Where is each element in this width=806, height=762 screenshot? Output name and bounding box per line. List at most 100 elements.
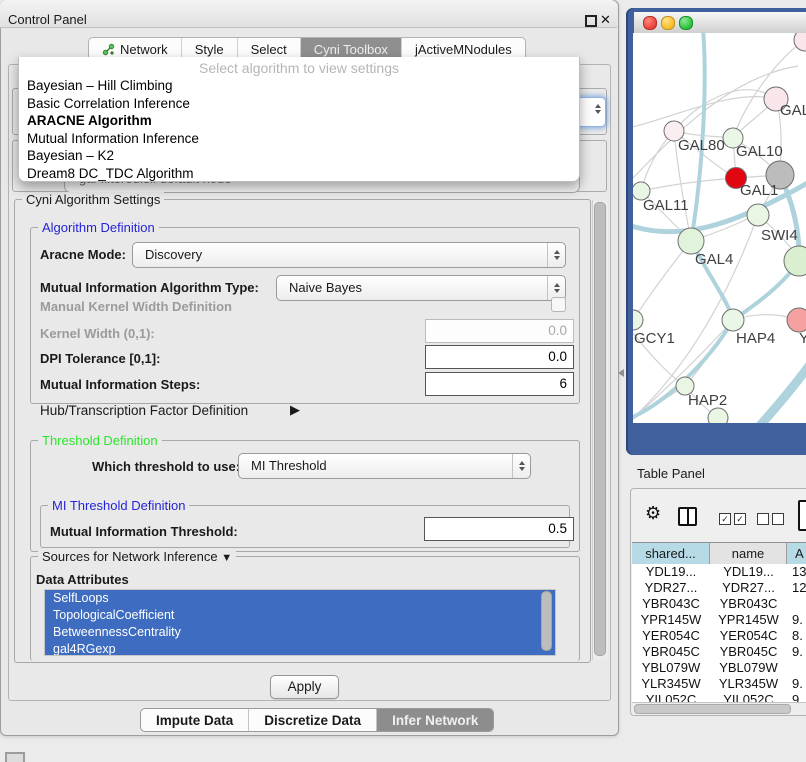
table-row[interactable]: YBL079W YBL079W xyxy=(632,660,806,676)
attributes-scrollbar-thumb[interactable] xyxy=(541,591,552,651)
cell: YBR045C xyxy=(710,644,787,660)
network-graph: GAL GAL80 GAL10 GAL1 GAL11 GAL4 SWI4 GCY… xyxy=(633,33,806,423)
cell: YIL052C xyxy=(710,692,787,702)
column-header-partial[interactable]: A xyxy=(787,543,806,564)
hub-expand-icon[interactable]: ▶ xyxy=(290,402,300,418)
which-threshold-combo[interactable]: MI Threshold xyxy=(238,453,531,479)
network-window-titlebar[interactable] xyxy=(634,12,806,34)
node-label: SWI4 xyxy=(761,227,798,244)
cell: YBL079W xyxy=(632,660,710,676)
dropdown-placeholder: Select algorithm to view settings xyxy=(19,57,579,76)
table-row[interactable]: YIL052C YIL052C 9 xyxy=(632,692,806,702)
kernel-width-field[interactable]: 0.0 xyxy=(425,319,574,343)
mi-algorithm-type-label: Mutual Information Algorithm Type: xyxy=(40,280,259,295)
table-body[interactable]: YDL19... YDL19... 13 YDR27... YDR27... 1… xyxy=(632,564,806,702)
cell: YER054C xyxy=(710,628,787,644)
aracne-mode-value: Discovery xyxy=(145,243,202,267)
dropdown-item[interactable]: Mutual Information Inference xyxy=(27,130,579,148)
sources-collapse-icon[interactable]: ▼ xyxy=(221,552,232,564)
cell xyxy=(787,596,806,612)
dropdown-item[interactable]: Bayesian – K2 xyxy=(27,147,579,165)
table-row[interactable]: YER054C YER054C 8. xyxy=(632,628,806,644)
checked-checkbox-icon[interactable]: ✓ xyxy=(719,513,731,525)
sources-title-wrap: Sources for Network Inference ▼ xyxy=(38,549,236,564)
close-traffic-light[interactable] xyxy=(643,16,657,30)
attribute-item[interactable]: gal4RGexp xyxy=(45,641,555,656)
node-swi4[interactable] xyxy=(747,204,769,226)
mi-algorithm-type-value: Naive Bayes xyxy=(289,276,362,300)
cell: YDR27... xyxy=(710,580,787,596)
table-row[interactable]: YDR27... YDR27... 12 xyxy=(632,580,806,596)
attribute-item[interactable]: TopologicalCoefficient xyxy=(45,607,555,624)
tab-discretize-data[interactable]: Discretize Data xyxy=(248,709,376,731)
node-hap4[interactable] xyxy=(722,309,744,331)
control-panel-titlebar[interactable] xyxy=(0,0,617,28)
combo-stepper-icon xyxy=(512,454,530,478)
collapsed-window-icon[interactable] xyxy=(5,752,25,762)
node-right-partial[interactable] xyxy=(784,246,806,276)
cell: YBR043C xyxy=(632,596,710,612)
split-divider-arrow[interactable] xyxy=(618,369,624,377)
columns-icon[interactable] xyxy=(678,507,697,526)
dropdown-item[interactable]: Bayesian – Hill Climbing xyxy=(27,77,579,95)
node-salmon[interactable] xyxy=(787,308,806,332)
mi-steps-label: Mutual Information Steps: xyxy=(40,377,200,392)
table-row[interactable]: YLR345W YLR345W 9. xyxy=(632,676,806,692)
column-header-shared-name[interactable]: shared... xyxy=(632,543,710,564)
close-icon[interactable]: ✕ xyxy=(600,12,611,28)
node-label: HAP4 xyxy=(736,330,775,347)
node-label: GAL4 xyxy=(695,251,733,268)
dropdown-item[interactable]: Dream8 DC_TDC Algorithm xyxy=(27,165,579,183)
node-gcy1[interactable] xyxy=(633,310,643,330)
cell: YDL19... xyxy=(632,564,710,580)
tab-jactivemnodules-label: jActiveMNodules xyxy=(415,42,512,57)
unchecked-checkbox-icon[interactable] xyxy=(772,513,784,525)
attribute-item[interactable]: SelfLoops xyxy=(45,590,555,607)
data-attributes-list[interactable]: SelfLoops TopologicalCoefficient Between… xyxy=(44,589,556,656)
unchecked-checkbox-icon[interactable] xyxy=(757,513,769,525)
mi-threshold-field[interactable]: 0.5 xyxy=(424,517,574,541)
dropdown-items: Bayesian – Hill Climbing Basic Correlati… xyxy=(27,77,579,182)
float-window-icon[interactable] xyxy=(585,15,597,27)
tab-impute-data[interactable]: Impute Data xyxy=(141,709,248,731)
zoom-traffic-light[interactable] xyxy=(679,16,693,30)
dpi-tolerance-field[interactable]: 0.0 xyxy=(425,345,574,369)
algorithm-dropdown-popup: Select algorithm to view settings Bayesi… xyxy=(18,57,580,182)
cell: 13 xyxy=(787,564,806,580)
node-partial-top[interactable] xyxy=(794,33,806,51)
dropdown-item[interactable]: Basic Correlation Inference xyxy=(27,95,579,113)
attribute-item[interactable]: BetweennessCentrality xyxy=(45,624,555,641)
checked-checkbox-icon[interactable]: ✓ xyxy=(734,513,746,525)
apply-button[interactable]: Apply xyxy=(270,675,339,699)
cell: YLR345W xyxy=(710,676,787,692)
table-row[interactable]: YBR045C YBR045C 9. xyxy=(632,644,806,660)
cell: YBR043C xyxy=(710,596,787,612)
dropdown-item-selected[interactable]: ARACNE Algorithm xyxy=(27,112,579,130)
sheet-icon-partial[interactable] xyxy=(798,500,806,531)
tab-select-label: Select xyxy=(251,42,287,57)
table-hscrollbar-thumb[interactable] xyxy=(634,704,791,714)
column-header-name[interactable]: name xyxy=(710,543,787,564)
gear-icon[interactable]: ⚙ xyxy=(645,503,661,524)
aracne-mode-combo[interactable]: Discovery xyxy=(132,242,566,268)
cell: 9. xyxy=(787,676,806,692)
cell: 9. xyxy=(787,644,806,660)
table-row[interactable]: YPR145W YPR145W 9. xyxy=(632,612,806,628)
tab-infer-network[interactable]: Infer Network xyxy=(376,709,493,731)
mi-algorithm-type-combo[interactable]: Naive Bayes xyxy=(276,275,566,301)
tab-network-label: Network xyxy=(120,42,168,57)
network-canvas[interactable]: GAL GAL80 GAL10 GAL1 GAL11 GAL4 SWI4 GCY… xyxy=(633,33,806,423)
settings-scrollbar-thumb[interactable] xyxy=(594,202,606,656)
minimize-traffic-light[interactable] xyxy=(661,16,675,30)
table-row[interactable]: YBR043C YBR043C xyxy=(632,596,806,612)
table-row[interactable]: YDL19... YDL19... 13 xyxy=(632,564,806,580)
node-bottom-partial[interactable] xyxy=(708,408,728,423)
cell: YPR145W xyxy=(632,612,710,628)
hub-definition-label: Hub/Transcription Factor Definition xyxy=(40,403,248,418)
kernel-width-label: Kernel Width (0,1): xyxy=(40,326,155,341)
cell: YDL19... xyxy=(710,564,787,580)
data-attributes-label: Data Attributes xyxy=(36,572,129,587)
mi-steps-field[interactable]: 6 xyxy=(425,372,574,396)
manual-kernel-width-checkbox[interactable] xyxy=(551,297,566,312)
mi-threshold-label: Mutual Information Threshold: xyxy=(50,524,238,539)
